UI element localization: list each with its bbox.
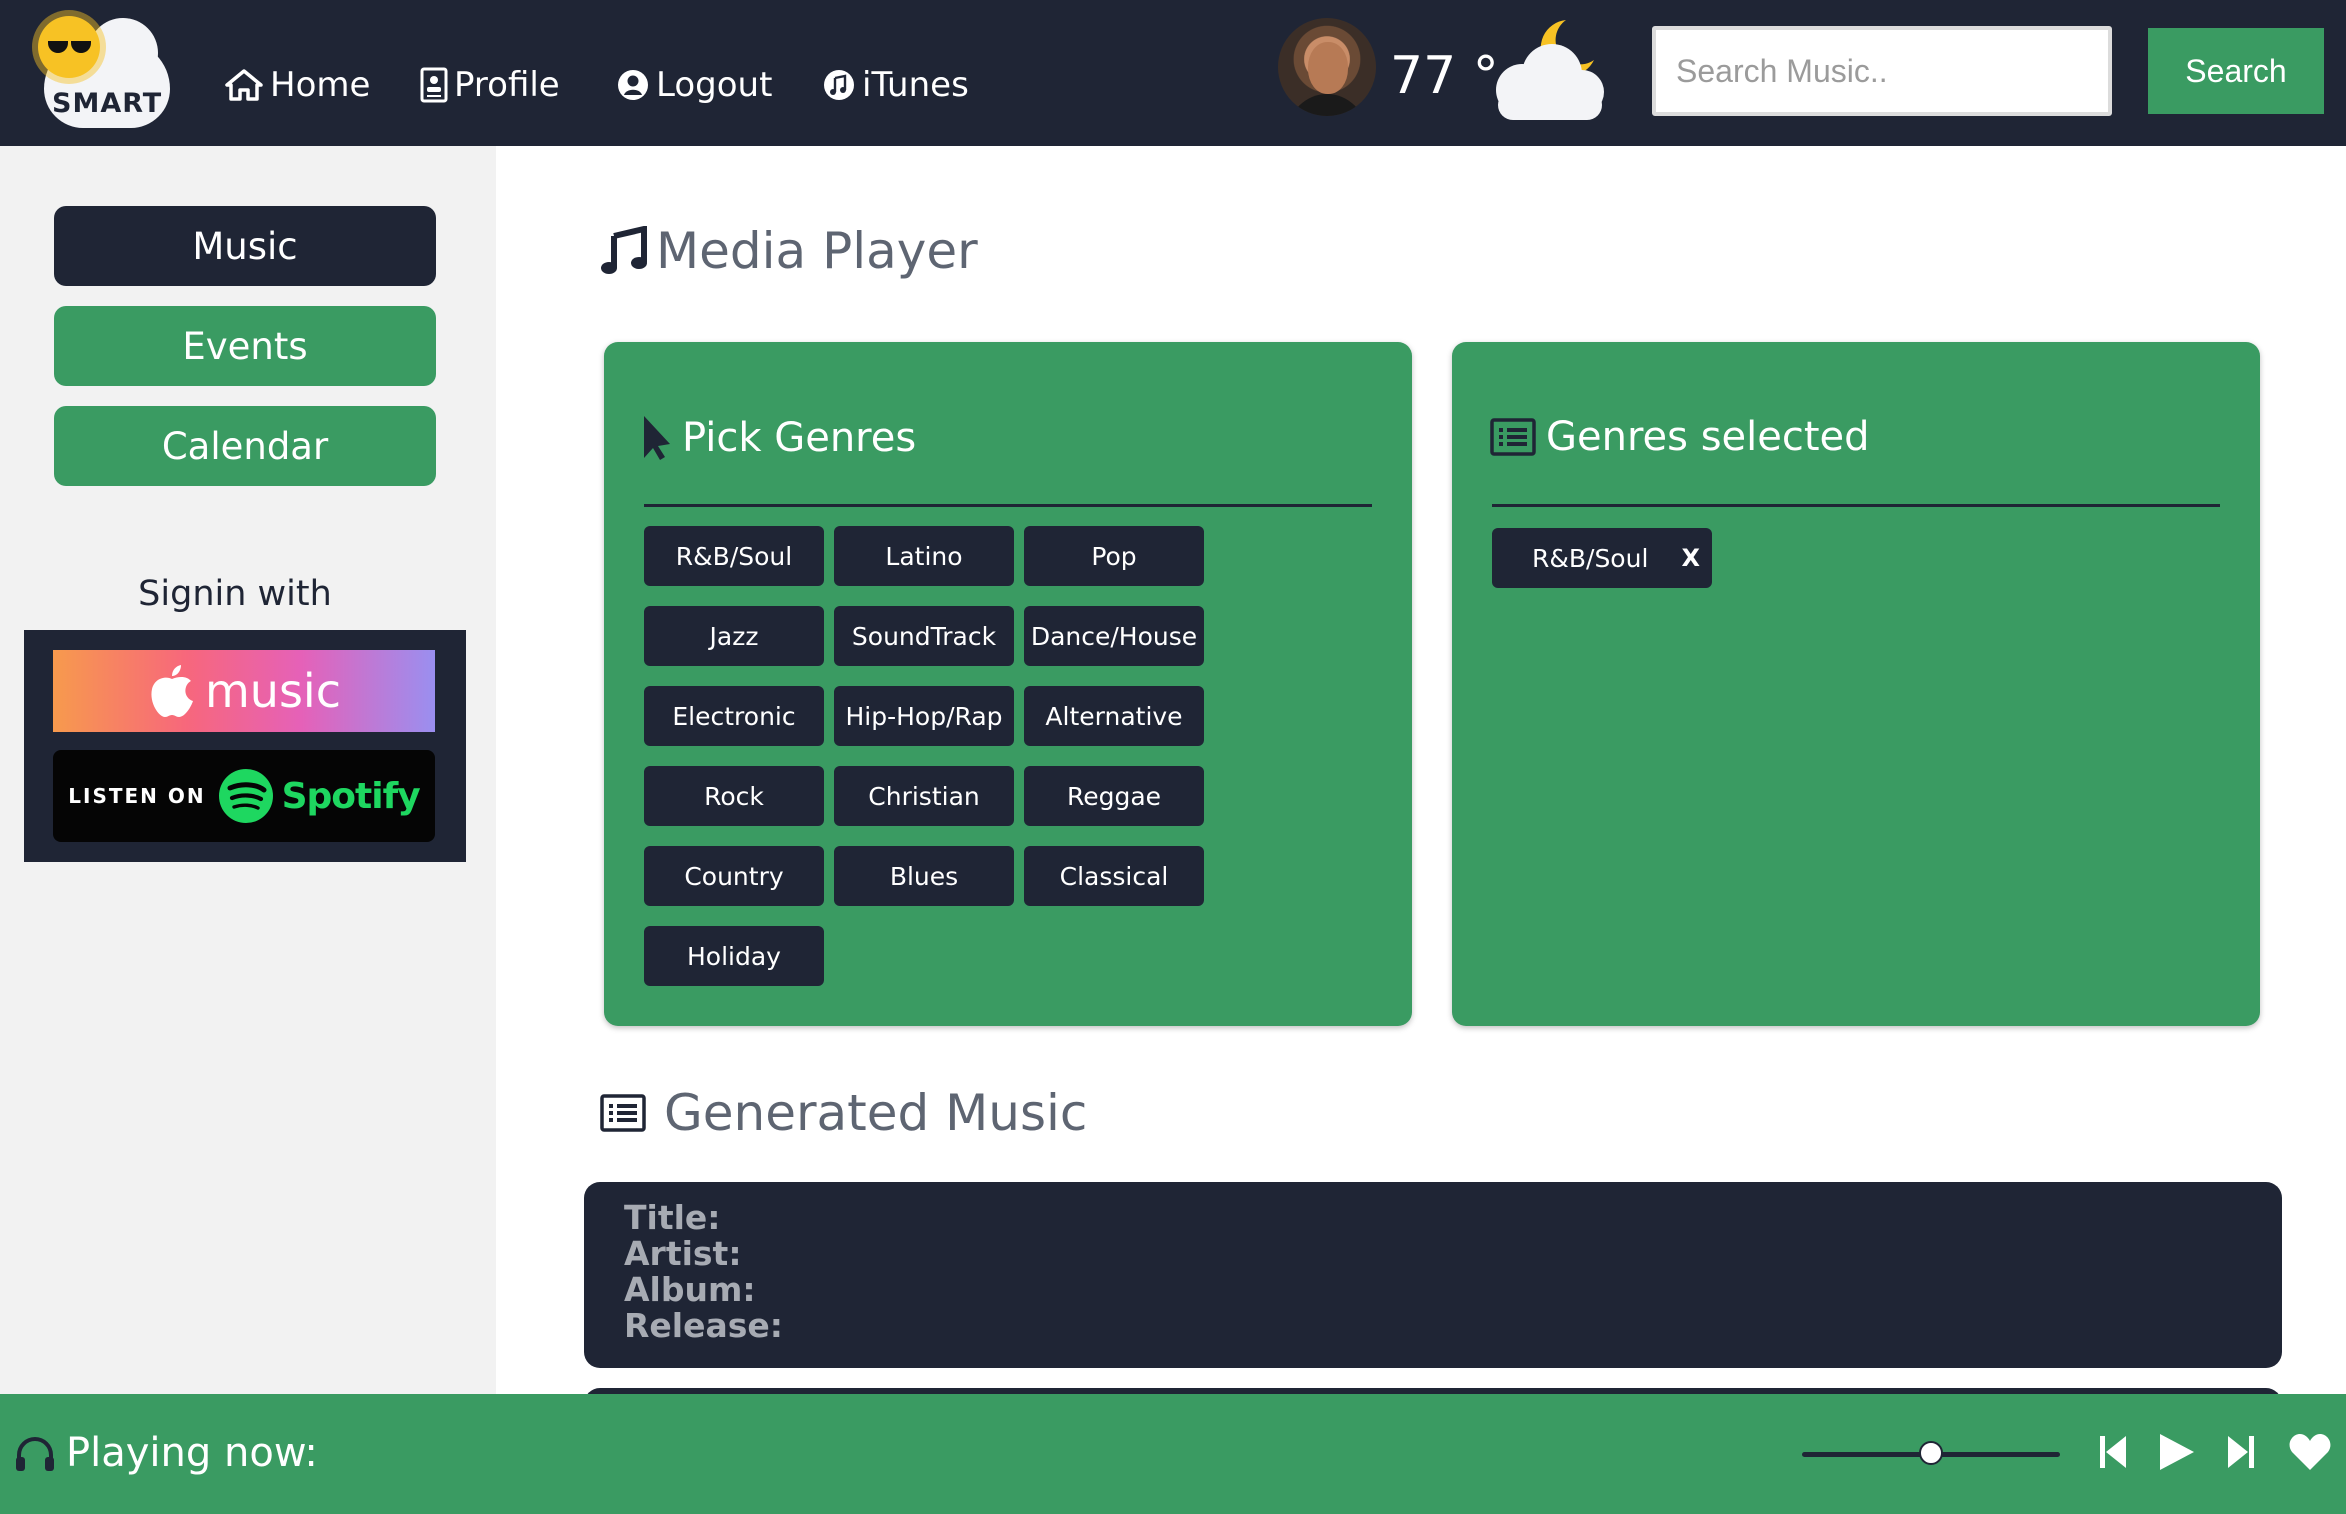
nav-profile-label: Profile	[454, 65, 560, 105]
genre-button-country[interactable]: Country	[644, 846, 824, 906]
logo-text: SMART	[52, 88, 163, 119]
apple-music-signin-button[interactable]: music	[53, 650, 435, 732]
cursor-arrow-icon	[644, 416, 670, 460]
spotify-listen-on-label: LISTEN ON	[68, 784, 206, 808]
play-icon[interactable]	[2156, 1432, 2196, 1472]
media-player-heading: Media Player	[600, 222, 978, 280]
nav-logout-label: Logout	[656, 65, 773, 105]
pick-genres-divider	[644, 504, 1372, 507]
genre-button-holiday[interactable]: Holiday	[644, 926, 824, 986]
media-player-title: Media Player	[656, 222, 978, 280]
nav-itunes-link[interactable]: iTunes	[822, 60, 969, 110]
id-card-icon	[420, 67, 448, 103]
genres-selected-panel: Genres selected R&B/Soul X	[1452, 342, 2260, 1026]
user-circle-icon	[618, 70, 648, 100]
volume-slider-knob[interactable]	[1919, 1441, 1943, 1465]
pick-genres-title: Pick Genres	[682, 415, 917, 461]
genre-button-rnb-soul[interactable]: R&B/Soul	[644, 526, 824, 586]
volume-slider[interactable]	[1802, 1441, 2060, 1465]
remove-genre-button[interactable]: X	[1681, 544, 1700, 572]
search-button[interactable]: Search	[2148, 28, 2324, 114]
spotify-brand-label: Spotify	[281, 775, 421, 817]
sidebar: Music Events Calendar Signin with music …	[0, 146, 496, 1396]
genres-selected-divider	[1492, 504, 2220, 507]
now-playing: Playing now:	[14, 1430, 318, 1476]
track-info-card[interactable]: Title: Artist: Album: Release:	[584, 1182, 2282, 1368]
user-avatar[interactable]	[1278, 18, 1376, 116]
genre-button-jazz[interactable]: Jazz	[644, 606, 824, 666]
genres-selected-title: Genres selected	[1546, 414, 1870, 460]
nav-profile-link[interactable]: Profile	[420, 60, 560, 110]
search-music-input[interactable]	[1652, 26, 2112, 116]
home-icon	[225, 69, 263, 101]
smart-logo[interactable]: SMART	[34, 14, 174, 130]
signin-box: music LISTEN ON Spotify	[24, 630, 466, 862]
genre-button-dance-house[interactable]: Dance/House	[1024, 606, 1204, 666]
avatar-face-shape	[1308, 42, 1348, 94]
avatar-shirt-shape	[1288, 94, 1366, 116]
genre-button-electronic[interactable]: Electronic	[644, 686, 824, 746]
generated-music-heading: Generated Music	[600, 1084, 1087, 1142]
selected-genre-chip: R&B/Soul X	[1492, 528, 1712, 588]
apple-logo-icon	[151, 665, 193, 717]
music-note-icon	[601, 226, 647, 274]
selected-genre-label: R&B/Soul	[1532, 543, 1649, 573]
previous-track-icon[interactable]	[2098, 1432, 2128, 1472]
apple-music-label: music	[204, 664, 341, 718]
signin-label: Signin with	[138, 574, 332, 614]
genre-button-reggae[interactable]: Reggae	[1024, 766, 1204, 826]
moon-cloud-icon	[1496, 20, 1604, 120]
spotify-signin-button[interactable]: LISTEN ON Spotify	[53, 750, 435, 842]
pick-genres-heading: Pick Genres	[642, 414, 916, 462]
itunes-icon	[824, 70, 854, 100]
pick-genres-panel: Pick Genres R&B/Soul Latino Pop Jazz Sou…	[604, 342, 1412, 1026]
nav-logout-link[interactable]: Logout	[616, 60, 772, 110]
nav-home-label: Home	[270, 65, 371, 105]
top-navbar: SMART Home Profile Logout iTunes 77 ° Se…	[0, 0, 2346, 146]
sidebar-item-calendar[interactable]: Calendar	[54, 406, 436, 486]
sidebar-item-music[interactable]: Music	[54, 206, 436, 286]
track-release-label: Release:	[624, 1306, 783, 1345]
genre-button-rock[interactable]: Rock	[644, 766, 824, 826]
genre-button-christian[interactable]: Christian	[834, 766, 1014, 826]
genre-button-pop[interactable]: Pop	[1024, 526, 1204, 586]
track-artist-label: Artist:	[624, 1234, 742, 1273]
list-icon	[600, 1094, 646, 1132]
nav-itunes-label: iTunes	[862, 65, 969, 105]
track-title-label: Title:	[624, 1198, 721, 1237]
logo-sunglasses-shape	[48, 38, 94, 53]
spotify-logo-icon	[218, 769, 273, 823]
genre-button-latino[interactable]: Latino	[834, 526, 1014, 586]
genres-selected-heading: Genres selected	[1490, 414, 1870, 460]
genre-button-blues[interactable]: Blues	[834, 846, 1014, 906]
genre-button-hip-hop-rap[interactable]: Hip-Hop/Rap	[834, 686, 1014, 746]
generated-music-title: Generated Music	[664, 1084, 1088, 1142]
genre-button-soundtrack[interactable]: SoundTrack	[834, 606, 1014, 666]
headphones-icon	[16, 1437, 54, 1471]
nav-home-link[interactable]: Home	[224, 60, 370, 110]
track-album-label: Album:	[624, 1270, 756, 1309]
sidebar-item-events[interactable]: Events	[54, 306, 436, 386]
heart-icon[interactable]	[2288, 1432, 2332, 1472]
player-bar: Playing now:	[0, 1394, 2346, 1514]
next-track-icon[interactable]	[2226, 1432, 2256, 1472]
genre-button-alternative[interactable]: Alternative	[1024, 686, 1204, 746]
genre-button-classical[interactable]: Classical	[1024, 846, 1204, 906]
now-playing-label: Playing now:	[66, 1430, 318, 1476]
list-icon	[1490, 418, 1536, 456]
